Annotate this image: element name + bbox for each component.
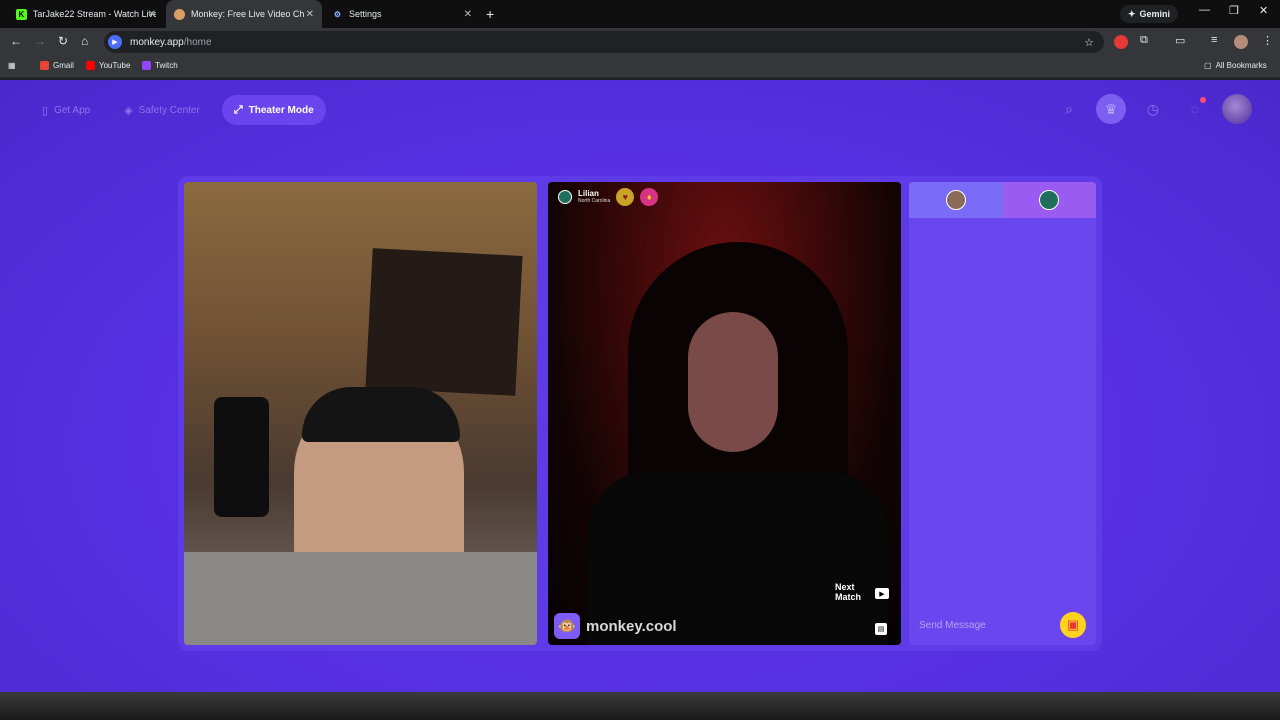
video-chat-stage: Lilian North Carolina ♥ ♦ Next Match ▶ 🐵… — [178, 176, 1102, 651]
home-icon[interactable]: ⌂ — [81, 34, 88, 48]
apps-icon[interactable]: ▦ — [8, 61, 16, 70]
bookmark-youtube[interactable]: YouTube — [86, 61, 130, 70]
tab-settings[interactable]: ⚙ Settings ✕ — [324, 0, 480, 28]
tab-title: Settings — [349, 9, 382, 19]
close-icon[interactable]: ✕ — [306, 9, 314, 20]
notification-dot — [1200, 97, 1206, 103]
top-nav: ▯ Get App ◈ Safety Center ⤢ Theater Mode — [30, 95, 326, 125]
close-icon[interactable]: ✕ — [464, 9, 472, 20]
all-bookmarks[interactable]: ▢ All Bookmarks — [1204, 61, 1267, 70]
chat-tab-self[interactable] — [909, 182, 1003, 218]
bottom-video-strip — [0, 692, 1280, 720]
heart-badge-icon: ♥ — [616, 188, 635, 206]
url-text: monkey.app/home — [130, 36, 212, 48]
chat-bubble-icon[interactable]: ◌ — [1180, 94, 1210, 124]
report-icon[interactable]: ▤ — [875, 623, 887, 635]
menu-icon[interactable]: ⋮ — [1262, 34, 1273, 47]
folder-icon: ▢ — [1204, 61, 1212, 70]
safety-center-button[interactable]: ◈ Safety Center — [112, 95, 212, 125]
message-input[interactable]: Send Message ▣ — [909, 605, 1096, 645]
back-icon[interactable]: ← — [10, 34, 22, 48]
history-icon[interactable]: ◷ — [1138, 94, 1168, 124]
bookmark-gmail[interactable]: Gmail — [40, 61, 74, 70]
puzzle-icon[interactable]: ⧉ — [1140, 34, 1148, 47]
tab-title: TarJake22 Stream - Watch Live — [32, 9, 156, 19]
header-actions: ⌕ ♛ ◷ ◌ — [1054, 94, 1252, 124]
gmail-icon — [40, 61, 49, 70]
close-icon[interactable]: ✕ — [148, 9, 156, 20]
youtube-icon — [86, 61, 95, 70]
theater-mode-button[interactable]: ⤢ Theater Mode — [221, 95, 326, 125]
self-avatar — [945, 190, 966, 210]
gear-icon: ⚙ — [333, 9, 342, 19]
search-icon[interactable]: ⌕ — [1054, 94, 1084, 124]
browser-tab-strip: K TarJake22 Stream - Watch Live ✕ Monkey… — [0, 0, 1280, 28]
bookmark-twitch[interactable]: Twitch — [142, 61, 178, 70]
bookmarks-bar: ▦ Gmail YouTube Twitch ▢ All Bookmarks — [0, 56, 1280, 78]
gift-badge-icon: ♦ — [640, 188, 659, 206]
monkey-icon — [174, 8, 185, 20]
phone — [214, 397, 269, 517]
gift-icon[interactable]: ▣ — [1060, 612, 1086, 638]
extension-icon[interactable] — [1114, 35, 1128, 49]
next-match-label[interactable]: Next Match — [835, 582, 861, 602]
gemini-button[interactable]: ✦ Gemini — [1120, 5, 1179, 23]
sparkle-icon: ✦ — [1128, 8, 1136, 19]
peer-video: Lilian North Carolina ♥ ♦ Next Match ▶ 🐵… — [548, 182, 901, 645]
kick-icon: K — [16, 8, 27, 20]
peer-flag-icon — [558, 190, 572, 204]
restore-icon[interactable]: ❐ — [1229, 4, 1239, 17]
chat-tab-peer[interactable] — [1002, 182, 1096, 218]
browser-toolbar: ← → ↻ ⌂ ▶ monkey.app/home ☆ ⧉ ▭ ≡ ⋮ — [0, 28, 1280, 56]
expand-icon: ⤢ — [233, 103, 243, 116]
twitch-icon — [142, 61, 151, 70]
peer-info[interactable]: Lilian North Carolina ♥ ♦ — [558, 188, 659, 206]
phone-icon: ▯ — [42, 104, 49, 117]
peer-name: Lilian — [578, 189, 599, 198]
forward-icon[interactable]: → — [34, 34, 46, 48]
peer-avatar — [1039, 190, 1060, 210]
new-tab-button[interactable]: + — [486, 6, 494, 22]
tab-tarjake[interactable]: K TarJake22 Stream - Watch Live ✕ — [8, 0, 164, 28]
reload-icon[interactable]: ↻ — [58, 34, 68, 48]
address-bar[interactable]: ▶ monkey.app/home ☆ — [104, 31, 1104, 53]
user-avatar[interactable] — [1222, 94, 1252, 124]
star-icon[interactable]: ☆ — [1084, 36, 1094, 49]
shirt — [184, 552, 537, 645]
shield-icon: ◈ — [124, 104, 133, 117]
tab-title: Monkey: Free Live Video Ch — [191, 9, 305, 19]
profile-avatar[interactable] — [1234, 35, 1248, 49]
chat-panel: Send Message ▣ — [909, 182, 1096, 645]
monkey-logo-icon: 🐵 — [554, 613, 580, 639]
message-placeholder: Send Message — [919, 619, 986, 631]
media-icon[interactable]: ≡ — [1211, 34, 1217, 46]
gemini-label: Gemini — [1139, 9, 1171, 19]
window-close-icon[interactable]: ✕ — [1259, 4, 1268, 17]
get-app-button[interactable]: ▯ Get App — [30, 95, 102, 125]
monkey-page: ▯ Get App ◈ Safety Center ⤢ Theater Mode… — [0, 80, 1280, 692]
minimize-icon[interactable]: — — [1199, 4, 1210, 16]
wall-poster — [365, 248, 523, 396]
chat-tabs — [909, 182, 1096, 218]
cap — [302, 387, 460, 442]
crown-icon[interactable]: ♛ — [1096, 94, 1126, 124]
site-info-icon[interactable]: ▶ — [108, 35, 122, 49]
tab-monkey[interactable]: Monkey: Free Live Video Ch ✕ — [166, 0, 322, 28]
self-video — [184, 182, 537, 645]
peer-face — [688, 312, 778, 452]
cast-icon[interactable]: ▭ — [1175, 34, 1185, 47]
play-icon[interactable]: ▶ — [875, 588, 889, 599]
brand-watermark: 🐵 monkey.cool — [554, 613, 677, 639]
peer-location: North Carolina — [578, 198, 611, 204]
brand-text: monkey.cool — [586, 617, 677, 635]
